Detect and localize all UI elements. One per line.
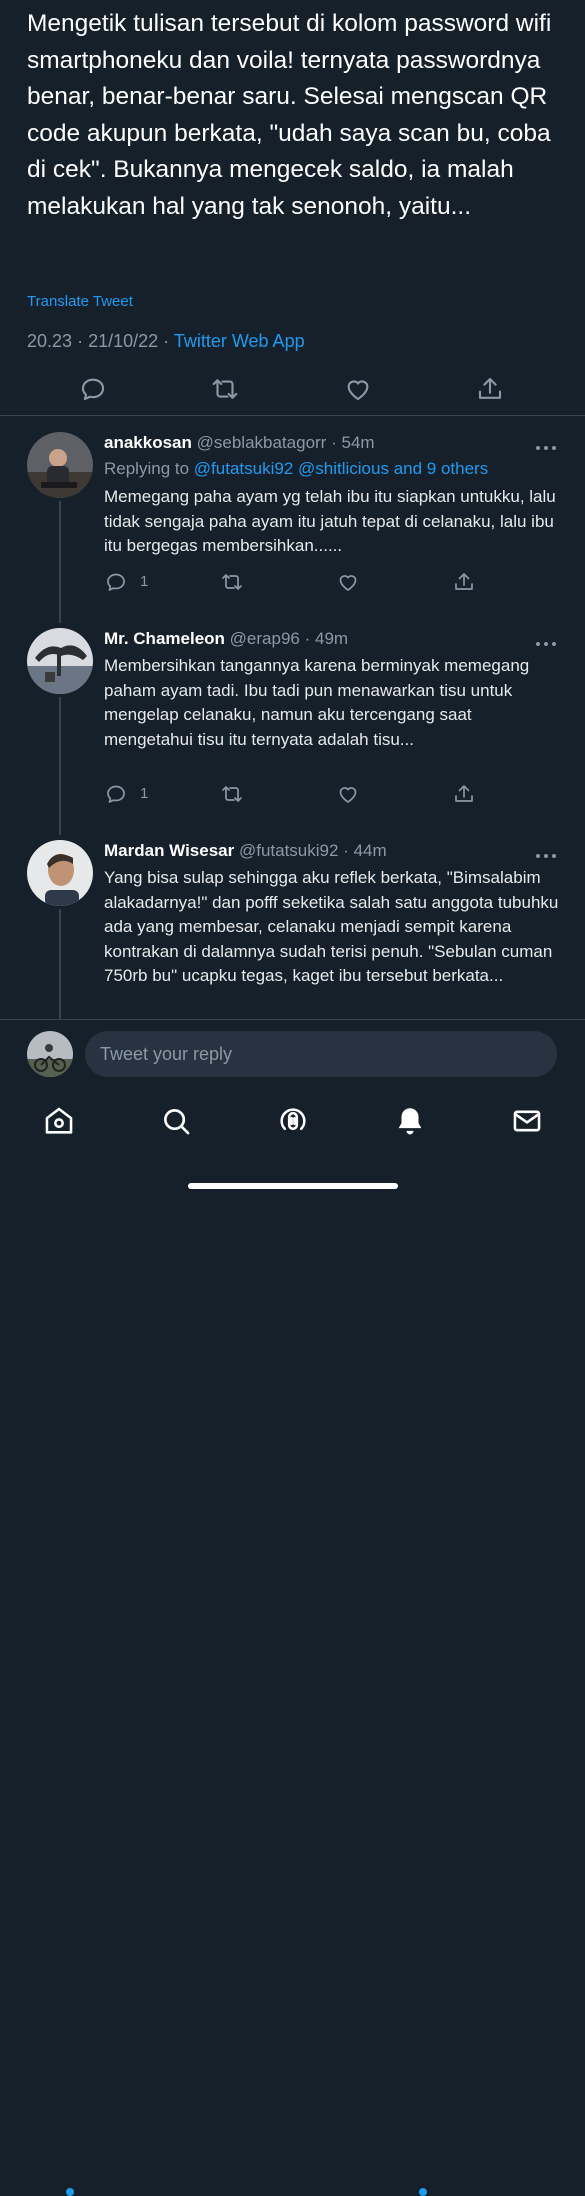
avatar[interactable] [27, 432, 93, 498]
tweet-time: 20.23 [27, 331, 73, 351]
retweet-icon [222, 574, 242, 590]
avatar-image [27, 1031, 73, 1077]
reply-time: 49m [315, 629, 349, 648]
more-options-button[interactable] [535, 846, 557, 858]
divider [0, 415, 585, 416]
avatar-image [27, 628, 93, 694]
like-button[interactable] [343, 374, 373, 404]
more-options-button[interactable] [535, 438, 557, 450]
home-icon [45, 1107, 73, 1134]
avatar-image [27, 840, 93, 906]
search-icon [164, 1109, 190, 1135]
my-avatar [27, 1031, 73, 1077]
meta-separator: · [77, 331, 84, 351]
thread-line [59, 501, 61, 623]
reply-author-handle[interactable]: @seblakbatagorr [197, 433, 327, 452]
reply-author-name[interactable]: Mardan Wisesar [104, 841, 234, 860]
reply-author-handle[interactable]: @erap96 [230, 629, 300, 648]
reply-count: 1 [140, 785, 149, 802]
translate-tweet-link[interactable]: Translate Tweet [27, 293, 133, 310]
separator: · [304, 629, 311, 648]
notifications-badge [419, 2188, 427, 2196]
thread-line [59, 697, 61, 835]
share-icon [478, 377, 502, 399]
reply-button[interactable]: 1 [104, 570, 164, 594]
retweet-button[interactable] [220, 570, 244, 594]
thread-line [59, 909, 61, 1019]
reply-icon [107, 785, 125, 803]
like-button[interactable] [336, 782, 360, 806]
share-icon [455, 785, 473, 802]
retweet-button[interactable] [220, 782, 244, 806]
reply-1[interactable]: anakkosan @seblakbatagorr · 54m Replying… [104, 432, 564, 559]
replying-to-and: and [393, 459, 423, 478]
tweet-meta: 20.23 · 21/10/22 · Twitter Web App [27, 331, 305, 352]
reply-actions: 1 [104, 782, 484, 806]
tab-search[interactable] [159, 1104, 193, 1138]
reply-input[interactable] [85, 1031, 557, 1077]
tweet-text: Mengetik tulisan tersebut di kolom passw… [27, 10, 552, 220]
like-icon [339, 787, 357, 803]
reply-2[interactable]: Mr. Chameleon @erap96 · 49m Membersihkan… [104, 628, 564, 752]
spaces-icon [280, 1108, 306, 1131]
reply-author-handle[interactable]: @futatsuki92 [239, 841, 338, 860]
retweet-button[interactable] [210, 374, 240, 404]
retweet-icon [222, 786, 242, 802]
reply-text: Yang bisa sulap sehingga aku reflek berk… [104, 868, 559, 985]
reply-count: 1 [140, 573, 149, 590]
meta-separator: · [163, 331, 170, 351]
tab-messages[interactable] [510, 1104, 544, 1138]
reply-time: 54m [341, 433, 375, 452]
reply-text: Membersihkan tangannya karena berminyak … [104, 656, 530, 749]
reply-icon [81, 378, 105, 401]
more-icon [536, 854, 556, 858]
tweet-actions [0, 370, 585, 408]
share-button[interactable] [452, 570, 476, 594]
reply-icon [107, 573, 125, 591]
avatar[interactable] [27, 840, 93, 906]
more-icon [536, 642, 556, 646]
avatar-image [27, 432, 93, 498]
reply-actions: 1 [104, 570, 484, 594]
separator: · [343, 841, 349, 860]
reply-text: Memegang paha ayam yg telah ibu itu siap… [104, 487, 556, 555]
like-icon [339, 575, 357, 591]
tab-spaces[interactable] [276, 1104, 310, 1138]
share-button[interactable] [452, 782, 476, 806]
replying-to: Replying to @futatsuki92 @shitlicious an… [104, 457, 564, 481]
reply-button[interactable] [78, 374, 108, 404]
reply-3[interactable]: Mardan Wisesar @futatsuki92 · 44m Yang b… [104, 840, 564, 989]
reply-time: 44m [353, 841, 387, 860]
messages-icon [513, 1110, 541, 1132]
replying-to-label: Replying to [104, 459, 190, 478]
share-icon [455, 573, 473, 590]
reply-composer [0, 1019, 585, 1089]
source-app-link[interactable]: Twitter Web App [174, 331, 305, 351]
reply-author-name[interactable]: Mr. Chameleon [104, 629, 225, 648]
like-button[interactable] [336, 570, 360, 594]
more-icon [536, 446, 556, 450]
avatar[interactable] [27, 628, 93, 694]
like-icon [347, 380, 369, 401]
home-indicator [188, 1183, 398, 1189]
retweet-icon [212, 379, 238, 399]
reply-author-name[interactable]: anakkosan [104, 433, 192, 452]
home-badge [66, 2188, 74, 2196]
share-button[interactable] [475, 374, 505, 404]
separator: · [331, 433, 337, 452]
tweet-date: 21/10/22 [88, 331, 159, 351]
tab-home[interactable] [42, 1104, 76, 1138]
notifications-icon [398, 1108, 422, 1135]
replying-to-users[interactable]: @futatsuki92 @shitlicious [194, 459, 389, 478]
reply-button[interactable]: 1 [104, 782, 164, 806]
replying-to-others[interactable]: 9 others [427, 459, 488, 478]
more-options-button[interactable] [535, 634, 557, 646]
tab-notifications[interactable] [393, 1104, 427, 1138]
